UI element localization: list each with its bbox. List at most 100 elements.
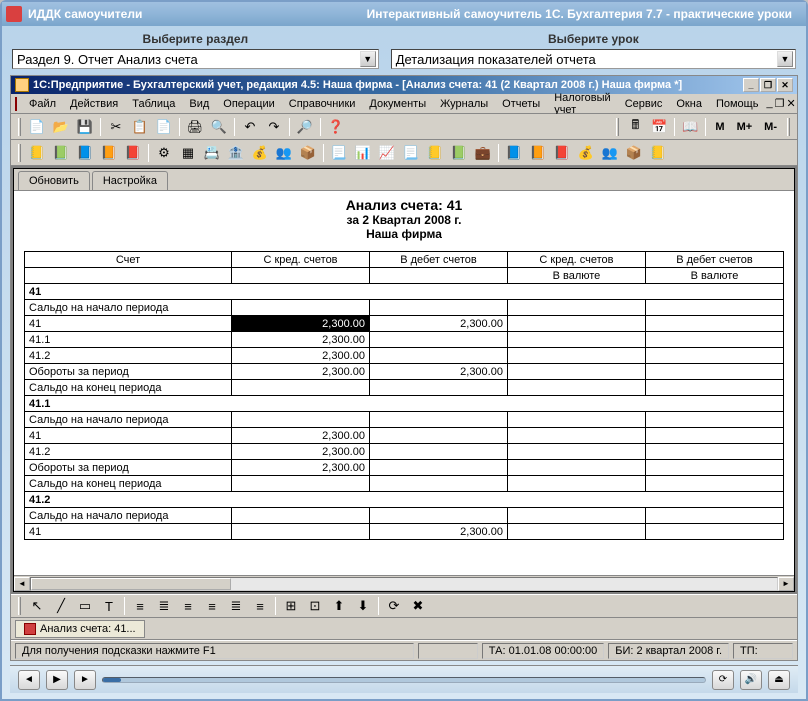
undo-icon[interactable]: ↶ [239, 116, 261, 138]
menu-help[interactable]: Помощь [710, 96, 765, 112]
table-row[interactable]: 41.22,300.00 [25, 348, 784, 364]
copy-icon[interactable]: 📋 [129, 116, 151, 138]
save-icon[interactable]: 💾 [74, 116, 96, 138]
scroll-track[interactable] [30, 577, 778, 591]
memory-m-button[interactable]: M [710, 118, 729, 136]
align-left-icon[interactable]: ≡ [129, 595, 151, 617]
back-icon[interactable]: ⬇ [352, 595, 374, 617]
table-row[interactable]: 412,300.00 [25, 524, 784, 540]
player-prev-button[interactable]: ◄ [18, 670, 40, 690]
horizontal-scrollbar[interactable]: ◄ ► [14, 575, 794, 591]
table-row[interactable]: 412,300.00 [25, 428, 784, 444]
menu-actions[interactable]: Действия [64, 96, 124, 112]
rect-icon[interactable]: ▭ [74, 595, 96, 617]
table-row[interactable]: 41.22,300.00 [25, 444, 784, 460]
mdi-restore-icon[interactable]: ❐ [775, 97, 785, 110]
text-icon[interactable]: T [98, 595, 120, 617]
maximize-button[interactable]: ❐ [760, 78, 776, 92]
mdi-minimize-icon[interactable]: _ [766, 97, 772, 110]
menu-service[interactable]: Сервис [619, 96, 669, 112]
rotate-icon[interactable]: ⟳ [383, 595, 405, 617]
menu-reports[interactable]: Отчеты [496, 96, 546, 112]
menu-refs[interactable]: Справочники [283, 96, 362, 112]
goods-icon[interactable]: 📦 [297, 142, 319, 164]
menu-app-icon[interactable] [15, 97, 17, 111]
misc1-icon[interactable]: 📘 [503, 142, 525, 164]
menu-operations[interactable]: Операции [217, 96, 280, 112]
open-icon[interactable]: 📂 [50, 116, 72, 138]
chevron-down-icon[interactable]: ▼ [360, 51, 376, 67]
pointer-icon[interactable]: ↖ [26, 595, 48, 617]
player-repeat-button[interactable]: ⟳ [712, 670, 734, 690]
journal4-icon[interactable]: 📙 [98, 142, 120, 164]
player-next-button[interactable]: ► [74, 670, 96, 690]
grid2-icon[interactable]: ⊞ [280, 595, 302, 617]
calendar-icon[interactable]: 📅 [648, 116, 670, 138]
misc3-icon[interactable]: 📕 [551, 142, 573, 164]
line-icon[interactable]: ╱ [50, 595, 72, 617]
journal3-icon[interactable]: 📘 [74, 142, 96, 164]
scroll-right-icon[interactable]: ► [778, 577, 794, 591]
journal5-icon[interactable]: 📕 [122, 142, 144, 164]
section-dropdown[interactable]: Раздел 9. Отчет Анализ счета ▼ [12, 49, 379, 69]
section-header-row[interactable]: 41.2 [25, 492, 784, 508]
report4-icon[interactable]: 📗 [448, 142, 470, 164]
align-center-icon[interactable]: ≣ [153, 595, 175, 617]
graph-icon[interactable]: 📈 [376, 142, 398, 164]
journal-icon[interactable]: 📒 [26, 142, 48, 164]
chart-icon[interactable]: 📊 [352, 142, 374, 164]
snap-icon[interactable]: ⊡ [304, 595, 326, 617]
table-row[interactable]: Сальдо на конец периода [25, 380, 784, 396]
users-icon[interactable]: 👥 [273, 142, 295, 164]
menu-windows[interactable]: Окна [670, 96, 708, 112]
ops-icon[interactable]: ⚙ [153, 142, 175, 164]
grid-icon[interactable]: ▦ [177, 142, 199, 164]
close-button[interactable]: ✕ [777, 78, 793, 92]
memory-mminus-button[interactable]: M- [759, 118, 782, 136]
paste-icon[interactable]: 📄 [153, 116, 175, 138]
scroll-thumb[interactable] [31, 578, 231, 590]
new-icon[interactable]: 📄 [26, 116, 48, 138]
table-row[interactable]: 412,300.002,300.00 [25, 316, 784, 332]
table-row[interactable]: Обороты за период2,300.00 [25, 460, 784, 476]
lesson-dropdown[interactable]: Детализация показателей отчета ▼ [391, 49, 796, 69]
print-icon[interactable]: 🖨 [184, 116, 206, 138]
player-progress[interactable] [102, 677, 706, 683]
chevron-down-icon[interactable]: ▼ [777, 51, 793, 67]
section-header-row[interactable]: 41 [25, 284, 784, 300]
cut-icon[interactable]: ✂ [105, 116, 127, 138]
misc2-icon[interactable]: 📙 [527, 142, 549, 164]
menu-view[interactable]: Вид [183, 96, 215, 112]
report1-icon[interactable]: 📃 [328, 142, 350, 164]
align-middle-icon[interactable]: ≣ [225, 595, 247, 617]
minimize-button[interactable]: _ [743, 78, 759, 92]
tax-icon[interactable]: 💼 [472, 142, 494, 164]
player-play-button[interactable]: ▶ [46, 670, 68, 690]
menu-table[interactable]: Таблица [126, 96, 181, 112]
player-stop-button[interactable]: ⏏ [768, 670, 790, 690]
table-row[interactable]: Сальдо на начало периода [25, 412, 784, 428]
help-icon[interactable]: ❓ [325, 116, 347, 138]
scroll-left-icon[interactable]: ◄ [14, 577, 30, 591]
table-row[interactable]: Сальдо на начало периода [25, 508, 784, 524]
del-icon[interactable]: ✖ [407, 595, 429, 617]
player-volume-button[interactable]: 🔊 [740, 670, 762, 690]
tab-refresh[interactable]: Обновить [18, 171, 90, 190]
table-row[interactable]: Обороты за период2,300.002,300.00 [25, 364, 784, 380]
outer-titlebar[interactable]: ИДДК самоучители Интерактивный самоучите… [2, 2, 806, 26]
money-icon[interactable]: 💰 [249, 142, 271, 164]
table-row[interactable]: Сальдо на конец периода [25, 476, 784, 492]
report2-icon[interactable]: 📃 [400, 142, 422, 164]
redo-icon[interactable]: ↷ [263, 116, 285, 138]
misc4-icon[interactable]: 💰 [575, 142, 597, 164]
align-top-icon[interactable]: ≡ [201, 595, 223, 617]
menu-docs[interactable]: Документы [363, 96, 432, 112]
section-header-row[interactable]: 41.1 [25, 396, 784, 412]
bank-icon[interactable]: 🏦 [225, 142, 247, 164]
calc-icon[interactable]: 🖩 [624, 116, 646, 138]
menu-file[interactable]: Файл [23, 96, 62, 112]
table-row[interactable]: 41.12,300.00 [25, 332, 784, 348]
tab-settings[interactable]: Настройка [92, 171, 168, 190]
book-icon[interactable]: 📖 [679, 116, 701, 138]
misc7-icon[interactable]: 📒 [647, 142, 669, 164]
